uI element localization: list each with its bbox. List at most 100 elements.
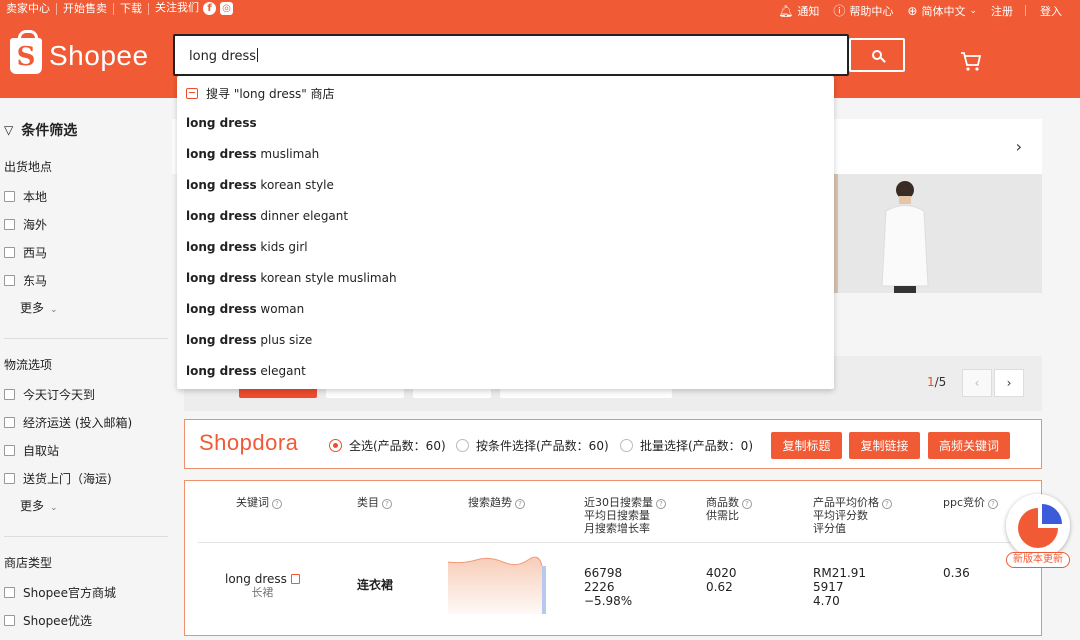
checkbox[interactable] — [4, 417, 15, 428]
shop-type-option[interactable]: Shopee优选 — [4, 612, 92, 629]
language-selector[interactable]: ⊕ 简体中文 ⌄ — [907, 3, 977, 19]
follow-us-label: 关注我们 f ◎ — [149, 2, 239, 15]
chevron-left-icon: ‹ — [974, 376, 980, 390]
notifications-link[interactable]: 🔔︎ 通知 — [778, 3, 819, 19]
seller-center-link[interactable]: 卖家中心 — [6, 2, 57, 15]
instagram-icon[interactable]: ◎ — [220, 2, 233, 15]
shopdora-toolbar: Shopdora 全选(产品数：60) 按条件选择(产品数：60) 批量选择(产… — [184, 419, 1042, 469]
copy-title-button[interactable]: 复制标题 — [771, 432, 842, 459]
shopdora-logo: Shopdora — [199, 430, 299, 455]
ship-from-option[interactable]: 海外 — [4, 216, 47, 233]
page-indicator: 1/5 — [927, 375, 947, 389]
checkbox[interactable] — [4, 389, 15, 400]
next-page-button[interactable]: › — [994, 369, 1024, 397]
help-icon[interactable]: ? — [515, 499, 525, 509]
checkbox[interactable] — [4, 473, 15, 484]
logistics-option[interactable]: 自取站 — [4, 442, 59, 459]
header-trend: 搜索趋势? — [468, 496, 525, 509]
checkbox[interactable] — [4, 219, 15, 230]
help-icon[interactable]: ? — [656, 499, 666, 509]
update-badge-label: 新版本更新 — [1006, 552, 1070, 568]
suggestion-item[interactable]: long dress plus size — [186, 333, 312, 347]
store-search-suggestion[interactable]: 搜寻 "long dress" 商店 — [186, 85, 335, 102]
copy-link-button[interactable]: 复制链接 — [849, 432, 920, 459]
login-link[interactable]: 登入 — [1040, 3, 1062, 19]
checkbox[interactable] — [4, 275, 15, 286]
logistics-option[interactable]: 送货上门（海运) — [4, 470, 112, 487]
shop-type-option[interactable]: Shopee官方商城 — [4, 584, 116, 601]
divider — [198, 542, 1030, 543]
help-center-link[interactable]: ⓘ 帮助中心 — [833, 2, 893, 19]
search-button[interactable] — [849, 38, 905, 72]
search-volume-cell: 66798 2226 −5.98% — [584, 566, 633, 608]
radio-selected[interactable] — [329, 439, 342, 452]
suggestion-item[interactable]: long dress — [186, 116, 257, 130]
batch-select-radio[interactable]: 批量选择(产品数：0) — [620, 437, 753, 454]
filter-sidebar: ▽ 条件筛选 出货地点 本地 海外 西马 东马 更多 ⌄ 物流选项 今天订今天到 经… — [0, 98, 172, 640]
ship-from-option[interactable]: 本地 — [4, 188, 47, 205]
shop-type-title: 商店类型 — [4, 556, 53, 570]
chevron-down-icon: ⌄ — [969, 5, 977, 16]
search-trend-sparkline[interactable] — [448, 556, 548, 614]
top-keywords-button[interactable]: 高频关键词 — [928, 432, 1010, 459]
globe-icon: ⊕ — [907, 3, 918, 18]
checkbox[interactable] — [4, 587, 15, 598]
copy-icon[interactable] — [290, 574, 300, 584]
ship-from-option[interactable]: 东马 — [4, 272, 47, 289]
download-link[interactable]: 下载 — [114, 2, 149, 15]
ppc-cell: 0.36 — [943, 566, 970, 580]
suggestion-item[interactable]: long dress kids girl — [186, 240, 308, 254]
shopee-logo[interactable]: S Shopee — [10, 30, 149, 74]
price-cell: RM21.91 5917 4.70 — [813, 566, 867, 608]
checkbox[interactable] — [4, 247, 15, 258]
chevron-right-icon: › — [1006, 376, 1012, 390]
ship-from-title: 出货地点 — [4, 160, 53, 174]
filter-title: ▽ 条件筛选 — [4, 123, 78, 139]
suggestion-item[interactable]: long dress elegant — [186, 364, 306, 378]
search-input[interactable]: long dress — [173, 34, 849, 76]
register-link[interactable]: 注册 — [991, 3, 1013, 19]
suggestion-item[interactable]: long dress korean style muslimah — [186, 271, 397, 285]
checkbox[interactable] — [4, 615, 15, 626]
promo-image[interactable] — [830, 174, 1042, 293]
help-icon[interactable]: ? — [988, 499, 999, 509]
start-selling-link[interactable]: 开始售卖 — [57, 2, 114, 15]
filter-icon: ▽ — [4, 123, 14, 137]
chevron-down-icon: ⌄ — [50, 305, 58, 315]
help-icon[interactable]: ? — [272, 499, 282, 509]
facebook-icon[interactable]: f — [203, 2, 216, 15]
radio[interactable] — [456, 439, 469, 452]
help-icon[interactable]: ? — [742, 499, 752, 509]
search-icon — [872, 50, 882, 60]
logistics-option[interactable]: 今天订今天到 — [4, 386, 95, 403]
suggestion-item[interactable]: long dress dinner elegant — [186, 209, 348, 223]
ship-from-option[interactable]: 西马 — [4, 244, 47, 261]
radio[interactable] — [620, 439, 633, 452]
bell-icon: 🔔︎ — [778, 3, 794, 18]
logistics-more[interactable]: 更多 ⌄ — [20, 497, 58, 514]
select-all-radio[interactable]: 全选(产品数：60) — [329, 437, 446, 454]
brand-name: Shopee — [49, 40, 149, 71]
pie-chart-icon — [1018, 504, 1062, 548]
header-price: 产品平均价格? 平均评分数 评分值 — [813, 496, 892, 535]
divider — [1025, 5, 1026, 16]
suggestion-item[interactable]: long dress korean style — [186, 178, 334, 192]
keyword-cell: long dress 长裙 — [225, 572, 300, 600]
help-icon[interactable]: ? — [382, 499, 392, 509]
checkbox[interactable] — [4, 191, 15, 202]
cart-icon[interactable] — [960, 50, 982, 72]
checkbox[interactable] — [4, 445, 15, 456]
chevron-right-icon[interactable]: › — [1016, 137, 1022, 156]
products-cell: 4020 0.62 — [706, 566, 737, 594]
suggestion-item[interactable]: long dress muslimah — [186, 147, 319, 161]
help-icon[interactable]: ? — [882, 499, 892, 509]
ship-from-more[interactable]: 更多 ⌄ — [20, 299, 58, 316]
logistics-option[interactable]: 经济运送 (投入邮箱) — [4, 414, 132, 431]
prev-page-button[interactable]: ‹ — [962, 369, 992, 397]
header-ppc: ppc竞价? — [943, 496, 999, 509]
category-cell: 连衣裙 — [357, 578, 394, 592]
store-icon — [186, 88, 198, 99]
suggestion-item[interactable]: long dress woman — [186, 302, 304, 316]
update-badge[interactable]: 新版本更新 — [1004, 494, 1072, 570]
select-by-condition-radio[interactable]: 按条件选择(产品数：60) — [456, 437, 609, 454]
